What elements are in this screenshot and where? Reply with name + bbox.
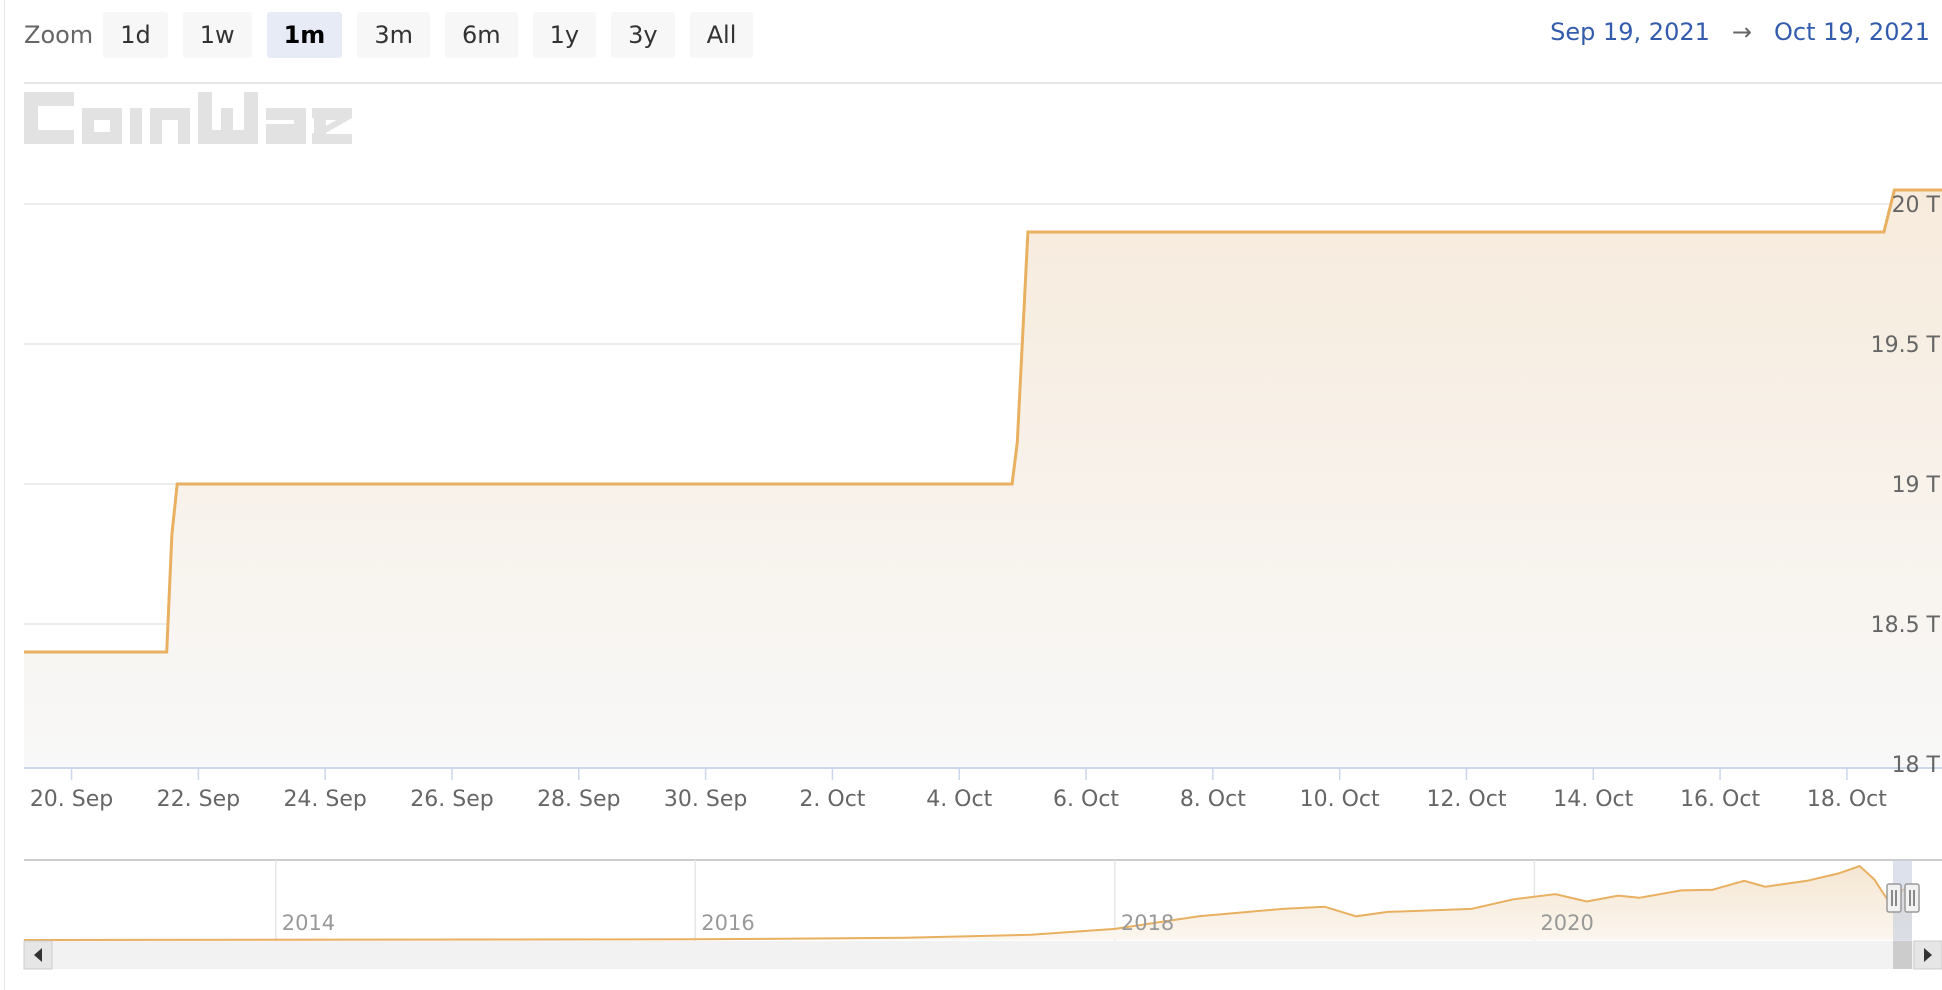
x-tick-label: 2. Oct bbox=[799, 787, 865, 812]
navigator-year-label: 2020 bbox=[1540, 911, 1593, 935]
navigator-left-handle[interactable] bbox=[1886, 883, 1902, 913]
navigator-year-label: 2018 bbox=[1121, 911, 1174, 935]
x-tick-label: 18. Oct bbox=[1807, 787, 1887, 812]
x-tick-label: 6. Oct bbox=[1053, 787, 1119, 812]
scrollbar[interactable] bbox=[23, 940, 1942, 970]
scrollbar-track[interactable] bbox=[24, 941, 1942, 969]
navigator-year-label: 2014 bbox=[282, 911, 335, 935]
scrollbar-thumb[interactable] bbox=[1893, 941, 1912, 969]
series-area-fill bbox=[24, 190, 1942, 766]
chart-canvas: 20. Sep 22. Sep 24. Sep 26. Sep 28. Sep 30. S… bbox=[23, 82, 1942, 970]
y-tick-label: 19 T bbox=[1892, 473, 1941, 498]
x-tick-label: 10. Oct bbox=[1300, 787, 1380, 812]
x-tick-label: 30. Sep bbox=[664, 787, 747, 812]
x-tick-label: 16. Oct bbox=[1680, 787, 1760, 812]
x-tick-label: 26. Sep bbox=[410, 787, 493, 812]
y-tick-label: 19.5 T bbox=[1871, 333, 1941, 358]
x-axis-ticks: 20. Sep 22. Sep 24. Sep 26. Sep 28. Sep 30. S… bbox=[30, 768, 1887, 812]
navigator-year-label: 2016 bbox=[701, 911, 754, 935]
y-tick-label: 18 T bbox=[1892, 753, 1941, 778]
x-tick-label: 14. Oct bbox=[1553, 787, 1633, 812]
x-tick-label: 12. Oct bbox=[1426, 787, 1506, 812]
x-tick-label: 24. Sep bbox=[283, 787, 366, 812]
y-tick-label: 18.5 T bbox=[1871, 613, 1941, 638]
x-tick-label: 28. Sep bbox=[537, 787, 620, 812]
x-tick-label: 20. Sep bbox=[30, 787, 113, 812]
x-tick-label: 8. Oct bbox=[1180, 787, 1246, 812]
x-tick-label: 4. Oct bbox=[926, 787, 992, 812]
navigator-right-handle[interactable] bbox=[1904, 883, 1920, 913]
chart-page: Zoom 1d 1w 1m 3m 6m 1y 3y All Sep 19, 20… bbox=[0, 0, 1942, 990]
x-tick-label: 22. Sep bbox=[157, 787, 240, 812]
coinwarz-watermark-logo bbox=[24, 92, 352, 144]
y-tick-label: 20 T bbox=[1892, 193, 1941, 218]
